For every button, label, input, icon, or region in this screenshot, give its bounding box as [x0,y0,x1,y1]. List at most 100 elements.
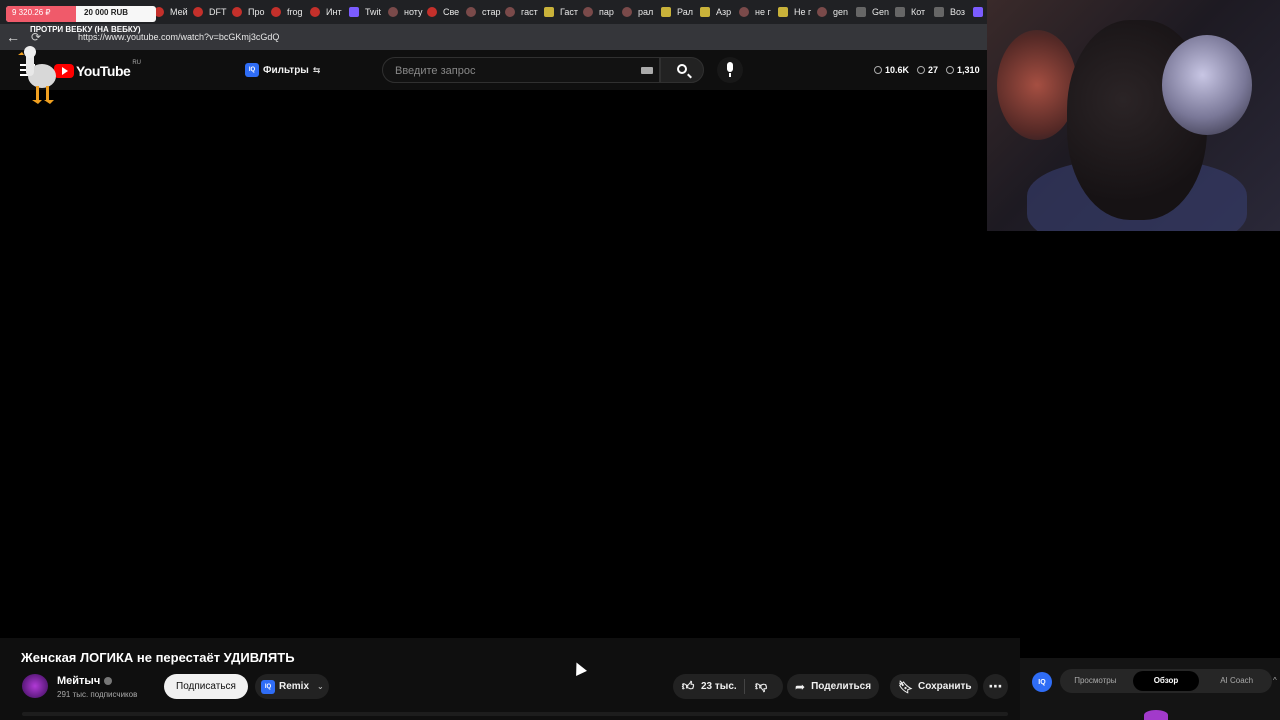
folder-icon [544,7,554,17]
tab-list: Мей DFT Про frog Инт Twit ноту Све стар гаст Гаст п… [150,0,988,24]
search-icon [677,64,687,74]
subscriber-count: 291 тыс. подписчиков [57,690,138,699]
browser-tab[interactable]: Twit [345,0,384,24]
browser-tab[interactable]: стар [462,0,501,24]
tab-label: Рал [677,7,693,17]
save-button[interactable]: 🔖︎ Сохранить [890,674,978,699]
bookmark-icon: 🔖︎ [898,679,914,694]
logo-region: RU [132,60,141,66]
more-actions-button[interactable]: ⋯ [983,674,1008,699]
tab-label: Про [248,7,265,17]
youtube-icon [271,7,281,17]
browser-tab[interactable]: рал [618,0,657,24]
tab-label: Gen [872,7,890,17]
youtube-icon [310,7,320,17]
doc-icon [856,7,866,17]
browser-tab[interactable]: ноту [384,0,423,24]
browser-tab[interactable]: гаст [501,0,540,24]
browser-tab[interactable]: Азр [696,0,735,24]
tab-label: frog [287,7,303,17]
tab-views[interactable]: Просмотры [1062,671,1129,691]
folder-icon [778,7,788,17]
doc-icon [895,7,905,17]
share-button[interactable]: ➦ Поделиться [787,674,879,699]
tab-label: рал [638,7,654,17]
tab-label: не г [755,7,771,17]
logo-text: YouTube [76,63,131,79]
tab-overview[interactable]: Обзор [1132,671,1200,691]
subscribe-button[interactable]: Подписаться [164,674,248,699]
keyboard-icon[interactable] [641,67,653,74]
stat-watch-time: 10.6K [874,65,909,75]
channel-name[interactable]: Мейтыч [57,675,113,687]
tab-label: Гаст [560,7,578,17]
donation-label: ПРОТРИ ВЕБКУ (НА ВЕБКУ) [30,25,141,34]
dislike-button[interactable]: 👎︎ [745,679,767,694]
stat-views: 1,310 [946,65,980,75]
scroll-track [22,712,1008,716]
channel-avatar-small [1144,710,1168,720]
browser-tab[interactable]: Рал [657,0,696,24]
goose-sticker [18,46,56,104]
site-icon [388,7,398,17]
stat-viewers: 27 [917,65,938,75]
chevron-down-icon[interactable]: ⌄ [317,682,324,691]
tab-label: Инт [326,7,342,17]
browser-tab[interactable]: Про [228,0,267,24]
address-bar: ← ⟳ https://www.youtube.com/watch?v=bcGK… [0,24,988,50]
like-button[interactable]: 👍︎ 23 тыс. [673,679,745,694]
browser-tab[interactable]: пар [579,0,618,24]
webcam-overlay [987,0,1280,231]
browser-tab[interactable]: Кот [891,0,930,24]
extension-tabs: Просмотры Обзор AI Coach [1060,669,1272,693]
tab-label: ноту [404,7,423,17]
iq-icon: IQ [261,679,275,694]
browser-tab[interactable]: Gen [852,0,891,24]
tab-label: Не г [794,7,812,17]
browser-tab[interactable]: Гаст [540,0,579,24]
youtube-logo[interactable]: YouTube RU [54,60,141,79]
remix-button[interactable]: IQ Remix ⌄ [255,674,329,699]
browser-tab[interactable]: не г [735,0,774,24]
youtube-icon [427,7,437,17]
site-icon [622,7,632,17]
tab-label: Мей [170,7,188,17]
tab-label: Воз [950,7,966,17]
tune-icon: ⇆ [312,64,321,75]
voice-search-button[interactable] [717,57,743,83]
extension-panel: IQ Просмотры Обзор AI Coach ^ [1020,658,1280,720]
youtube-header: YouTube RU IQ Фильтры ⇆ Введите запрос 1… [0,50,1000,90]
clock-icon [874,66,882,74]
filters-button[interactable]: IQ Фильтры ⇆ [245,63,320,77]
tab-label: стар [482,7,501,17]
discord-icon [973,7,983,17]
browser-tab[interactable]: DFT [189,0,228,24]
browser-tab[interactable]: frog [267,0,306,24]
tab-label: гаст [521,7,538,17]
channel-avatar[interactable] [22,674,48,698]
eye-icon [917,66,926,74]
doc-icon [934,7,944,17]
iq-badge[interactable]: IQ [1032,672,1052,692]
browser-tab[interactable]: gen [813,0,852,24]
eye-icon [946,66,955,74]
like-dislike-bar: 👍︎ 23 тыс. 👎︎ [673,674,783,699]
search-button[interactable] [660,57,704,83]
site-icon [739,7,749,17]
browser-tab[interactable]: Под [969,0,988,24]
video-title: Женская ЛОГИКА не перестаёт УДИВЛЯТЬ [21,650,295,665]
mic-icon [727,62,733,72]
browser-tab[interactable]: Не г [774,0,813,24]
site-icon [505,7,515,17]
back-arrow-icon[interactable]: ← [0,29,26,45]
tab-ai-coach[interactable]: AI Coach [1203,671,1270,691]
browser-tab[interactable]: Све [423,0,462,24]
youtube-icon [193,7,203,17]
folder-icon [700,7,710,17]
search-input[interactable]: Введите запрос [382,57,660,83]
browser-tab[interactable]: Инт [306,0,345,24]
remix-label: Remix [279,681,310,692]
browser-tab[interactable]: Воз [930,0,969,24]
chevron-up-icon[interactable]: ^ [1273,676,1277,685]
tab-label: Све [443,7,460,17]
